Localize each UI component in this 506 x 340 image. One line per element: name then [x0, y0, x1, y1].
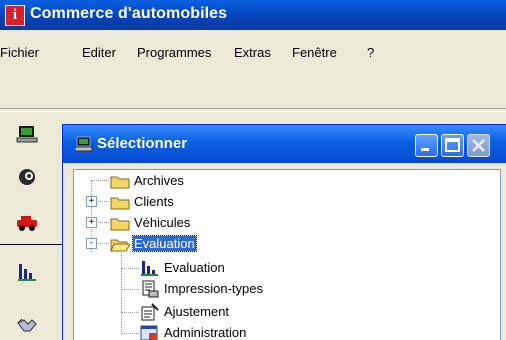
- tree-line: [121, 289, 139, 290]
- folder-icon: [110, 197, 130, 210]
- app-window: i Commerce d'automobiles Fichier Editer …: [0, 0, 506, 340]
- tree-item-label: Evaluation: [164, 260, 225, 275]
- tree-item-label: Administration: [164, 325, 247, 340]
- menu-extras[interactable]: Extras: [234, 45, 271, 60]
- person-icon[interactable]: [16, 166, 38, 188]
- menu-programmes[interactable]: Programmes: [137, 45, 211, 60]
- folder-open-icon: [110, 239, 130, 252]
- tree-item-evaluation-folder[interactable]: Evaluation: [110, 234, 250, 254]
- computer-icon[interactable]: [16, 123, 38, 145]
- tree-item-label: Ajustement: [164, 304, 230, 319]
- tree-item-clients[interactable]: Clients: [110, 192, 250, 212]
- car-icon[interactable]: [16, 212, 38, 234]
- tree-item-impression-types[interactable]: Impression-types: [140, 279, 340, 299]
- tree-item-archives[interactable]: Archives: [110, 171, 250, 191]
- bar-chart-icon[interactable]: [16, 260, 38, 282]
- tree-item-vehicules[interactable]: Véhicules: [110, 213, 250, 233]
- maximize-icon[interactable]: [441, 134, 464, 157]
- tree-item-ajustement[interactable]: Ajustement: [140, 302, 300, 322]
- dialog-titlebar[interactable]: Sélectionner: [63, 125, 506, 163]
- handshake-icon[interactable]: [16, 315, 38, 337]
- tree-line: [121, 268, 139, 269]
- select-dialog: Sélectionner + + - Archives Clients Véhi…: [62, 124, 506, 340]
- bar-chart-icon: [141, 261, 158, 276]
- tree-item-administration[interactable]: Administration: [140, 323, 320, 340]
- menu-editer[interactable]: Editer: [82, 45, 116, 60]
- expand-clients[interactable]: +: [86, 196, 97, 207]
- tree-item-label: Archives: [134, 173, 184, 188]
- tree-item-label: Evaluation: [132, 235, 197, 252]
- tree-item-label: Clients: [134, 194, 174, 209]
- app-titlebar[interactable]: i Commerce d'automobiles: [0, 0, 506, 30]
- tree-line: [121, 312, 139, 313]
- app-title: Commerce d'automobiles: [30, 5, 228, 22]
- collapse-evaluation[interactable]: -: [86, 238, 97, 249]
- folder-icon: [110, 176, 130, 189]
- admin-icon: [140, 325, 158, 340]
- computer-icon: [74, 136, 93, 157]
- tree-item-label: Impression-types: [164, 281, 263, 296]
- folder-icon: [110, 218, 130, 231]
- dialog-title: Sélectionner: [97, 135, 188, 152]
- minimize-icon[interactable]: [415, 134, 438, 157]
- info-i-icon: i: [5, 5, 25, 26]
- menu-bar: Fichier Editer Programmes Extras Fenêtre…: [0, 43, 506, 63]
- tree-item-evaluation[interactable]: Evaluation: [140, 258, 300, 278]
- close-icon[interactable]: [467, 134, 490, 157]
- tree-line: [91, 180, 109, 181]
- tree-line: [121, 333, 139, 334]
- menu-fichier[interactable]: Fichier: [0, 45, 39, 60]
- adjust-icon: [141, 303, 159, 321]
- toolbar-area: [0, 108, 506, 112]
- menu-fenetre[interactable]: Fenêtre: [292, 45, 337, 60]
- print-template-icon: [142, 280, 159, 298]
- tree-line: [121, 253, 122, 334]
- menu-help[interactable]: ?: [367, 45, 374, 60]
- expand-vehicules[interactable]: +: [86, 217, 97, 228]
- tree-view[interactable]: + + - Archives Clients Véhicules Evaluat…: [73, 169, 501, 340]
- tree-item-label: Véhicules: [134, 215, 191, 230]
